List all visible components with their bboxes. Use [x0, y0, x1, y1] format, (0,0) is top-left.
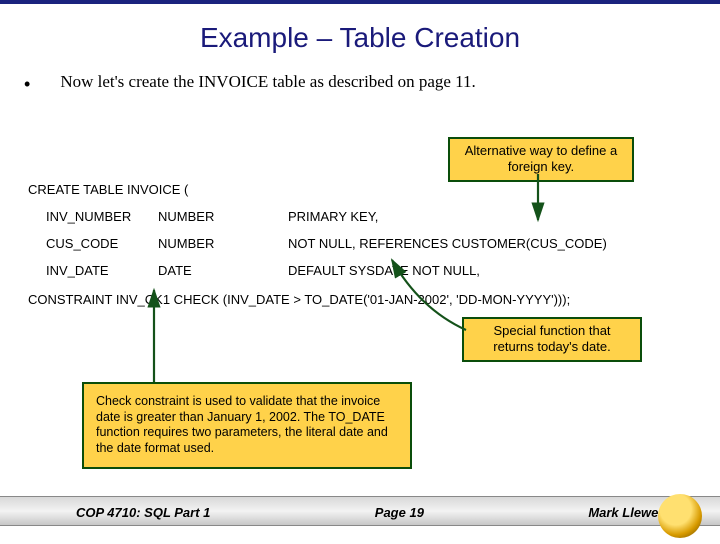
sql-col-type: NUMBER — [158, 209, 288, 224]
callout-sysdate: Special function that returns today's da… — [462, 317, 642, 362]
footer-left: COP 4710: SQL Part 1 — [76, 505, 210, 520]
bullet-row: • Now let's create the INVOICE table as … — [18, 72, 702, 95]
sql-col-rest: DEFAULT SYSDATE NOT NULL, — [288, 263, 698, 278]
sql-row-0: INV_NUMBER NUMBER PRIMARY KEY, — [28, 209, 698, 224]
sql-col-name: INV_NUMBER — [28, 209, 158, 224]
sql-col-type: NUMBER — [158, 236, 288, 251]
sql-col-type: DATE — [158, 263, 288, 278]
ucf-logo — [658, 494, 702, 538]
sql-col-name: INV_DATE — [28, 263, 158, 278]
slide-title: Example – Table Creation — [0, 22, 720, 54]
callout-foreign-key: Alternative way to define a foreign key. — [448, 137, 634, 182]
sql-col-rest: NOT NULL, REFERENCES CUSTOMER(CUS_CODE) — [288, 236, 698, 251]
sql-constraint: CONSTRAINT INV_CK1 CHECK (INV_DATE > TO_… — [28, 292, 698, 307]
bullet-text: Now let's create the INVOICE table as de… — [60, 72, 475, 92]
sql-row-2: INV_DATE DATE DEFAULT SYSDATE NOT NULL, — [28, 263, 698, 278]
bullet-dot: • — [24, 74, 30, 95]
footer-bar: COP 4710: SQL Part 1 Page 19 Mark Llewel… — [0, 496, 720, 540]
callout-check-constraint: Check constraint is used to validate tha… — [82, 382, 412, 469]
sql-create: CREATE TABLE INVOICE ( — [28, 182, 698, 197]
sql-col-rest: PRIMARY KEY, — [288, 209, 698, 224]
footer-center: Page 19 — [375, 505, 424, 520]
sql-row-1: CUS_CODE NUMBER NOT NULL, REFERENCES CUS… — [28, 236, 698, 251]
sql-col-name: CUS_CODE — [28, 236, 158, 251]
sql-block: CREATE TABLE INVOICE ( INV_NUMBER NUMBER… — [28, 182, 698, 307]
